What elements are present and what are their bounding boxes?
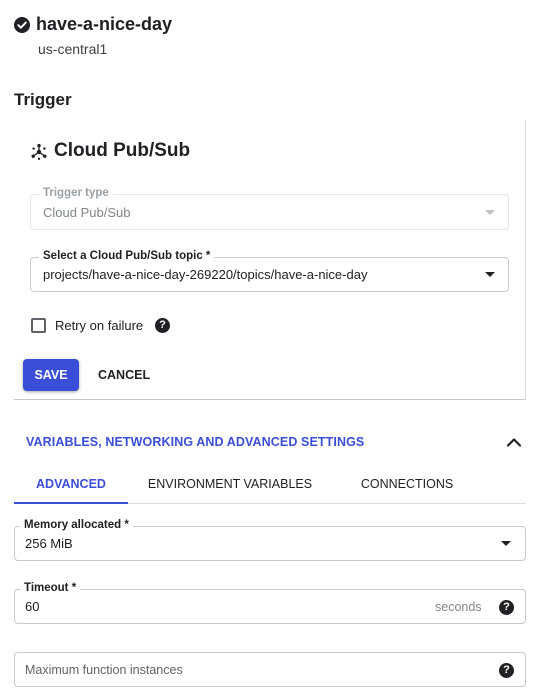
cancel-button[interactable]: CANCEL (92, 359, 156, 391)
trigger-card-header: Cloud Pub/Sub (30, 140, 330, 164)
memory-allocated-value: 256 MiB (25, 536, 73, 551)
timeout-field[interactable]: Timeout * 60 seconds ? (14, 582, 526, 624)
function-region: us-central1 (38, 41, 108, 57)
function-header: have-a-nice-day us-central1 (14, 14, 314, 58)
help-icon[interactable]: ? (499, 663, 514, 678)
trigger-type-value: Cloud Pub/Sub (43, 205, 131, 220)
tab-environment-variables[interactable]: ENVIRONMENT VARIABLES (146, 472, 314, 504)
chevron-up-icon[interactable] (506, 437, 522, 447)
pubsub-topic-value: projects/have-a-nice-day-269220/topics/h… (43, 267, 368, 282)
advanced-tabs: ADVANCED ENVIRONMENT VARIABLES CONNECTIO… (14, 472, 526, 504)
chevron-down-icon (485, 210, 495, 215)
trigger-type-label: Trigger type (39, 187, 113, 199)
function-name: have-a-nice-day (36, 14, 173, 34)
help-icon[interactable]: ? (499, 600, 514, 615)
memory-allocated-select[interactable]: Memory allocated * 256 MiB (14, 519, 526, 561)
pubsub-icon (31, 143, 47, 160)
check-circle-icon (14, 17, 30, 33)
save-button[interactable]: SAVE (23, 359, 79, 391)
timeout-value: 60 (25, 599, 40, 614)
retry-on-failure-checkbox[interactable] (31, 318, 46, 333)
retry-on-failure-row: Retry on failure ? (31, 317, 231, 337)
help-icon[interactable]: ? (155, 318, 170, 333)
tab-advanced[interactable]: ADVANCED (14, 472, 128, 504)
trigger-type-select[interactable]: Trigger type Cloud Pub/Sub (30, 187, 509, 230)
memory-allocated-label: Memory allocated * (20, 519, 133, 531)
max-instances-field[interactable]: Maximum function instances ? (14, 652, 526, 687)
trigger-card-title: Cloud Pub/Sub (54, 140, 191, 161)
chevron-down-icon (501, 541, 511, 546)
trigger-section-title: Trigger (14, 90, 72, 109)
max-instances-placeholder: Maximum function instances (25, 663, 183, 677)
advanced-settings-toggle[interactable]: VARIABLES, NETWORKING AND ADVANCED SETTI… (26, 435, 364, 449)
pubsub-topic-select[interactable]: Select a Cloud Pub/Sub topic * projects/… (30, 250, 509, 292)
pubsub-topic-label: Select a Cloud Pub/Sub topic * (39, 250, 215, 262)
tab-connections[interactable]: CONNECTIONS (352, 472, 462, 504)
retry-on-failure-label[interactable]: Retry on failure (55, 318, 143, 333)
chevron-down-icon (485, 272, 495, 277)
trigger-card: Cloud Pub/Sub Trigger type Cloud Pub/Sub… (14, 120, 526, 400)
timeout-unit: seconds (435, 600, 482, 614)
timeout-label: Timeout * (20, 582, 81, 594)
